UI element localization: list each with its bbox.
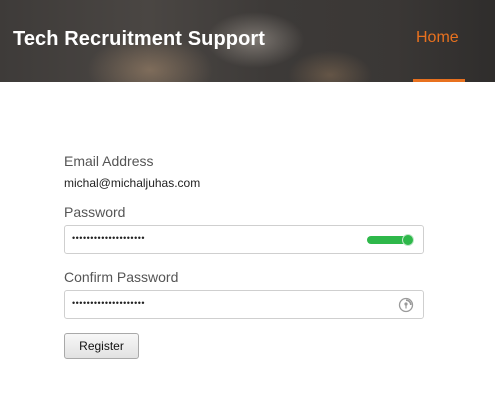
site-title: Tech Recruitment Support	[13, 28, 266, 50]
keychain-icon[interactable]	[398, 297, 414, 313]
register-button[interactable]: Register	[64, 333, 139, 359]
confirm-password-label: Confirm Password	[64, 269, 179, 285]
confirm-password-mask: ••••••••••••••••••••	[72, 298, 146, 308]
password-mask: ••••••••••••••••••••	[72, 233, 146, 243]
password-strength-icon[interactable]	[367, 234, 415, 246]
email-value: michal@michaljuhas.com	[64, 176, 201, 190]
site-header: Tech Recruitment Support Home	[0, 0, 495, 82]
password-label: Password	[64, 204, 126, 220]
nav-home-link[interactable]: Home	[416, 29, 459, 47]
nav-active-indicator	[413, 79, 465, 82]
password-field[interactable]: ••••••••••••••••••••	[64, 225, 424, 254]
email-label: Email Address	[64, 153, 154, 169]
confirm-password-field[interactable]: ••••••••••••••••••••	[64, 290, 424, 319]
